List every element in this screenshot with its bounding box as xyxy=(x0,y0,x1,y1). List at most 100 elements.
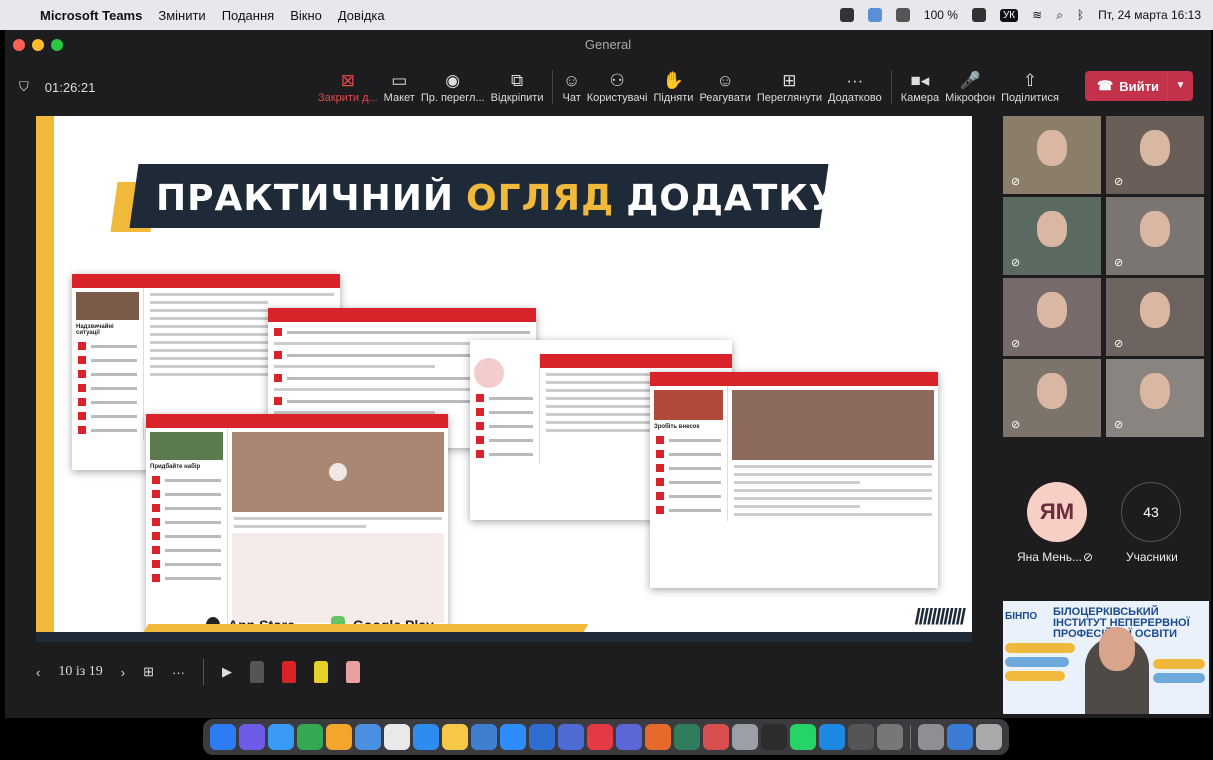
participant-video-tile[interactable]: ⊘ xyxy=(1106,197,1204,275)
battery-icon[interactable] xyxy=(971,8,986,22)
dock-app-icon[interactable] xyxy=(587,724,613,750)
eraser-icon[interactable] xyxy=(346,661,361,683)
dock-app-icon[interactable] xyxy=(877,724,903,750)
dock-app-icon[interactable] xyxy=(732,724,758,750)
dock-app-icon[interactable] xyxy=(790,724,816,750)
participant-face xyxy=(1037,292,1067,328)
participant-video-tile[interactable]: ⊘ xyxy=(1003,116,1101,194)
slide-hatch-decoration: //////////// xyxy=(914,604,966,629)
menu-help[interactable]: Довідка xyxy=(338,8,385,23)
raise-hand-button[interactable]: ✋ Підняти xyxy=(650,59,696,115)
dock-app-icon[interactable] xyxy=(471,724,497,750)
dock-app-icon[interactable] xyxy=(529,724,555,750)
slide-title: ПРАКТИЧНИЙ ОГЛЯД ДОДАТКУ xyxy=(156,170,837,226)
react-icon: ☺ xyxy=(716,71,734,90)
participant-video-tile[interactable]: ⊘ xyxy=(1003,359,1101,437)
wifi-icon[interactable]: ≋ xyxy=(1032,8,1042,22)
menu-view[interactable]: Подання xyxy=(222,8,275,23)
dock-app-icon[interactable] xyxy=(297,724,323,750)
popout-button[interactable]: ⧉ Відкріпити xyxy=(488,59,547,115)
dock-app-icon[interactable] xyxy=(848,724,874,750)
presenter-video-tile[interactable]: БІНПО БІЛОЦЕРКІВСЬКИЙ ІНСТИТУТ НЕПЕРЕРВН… xyxy=(1003,601,1209,714)
toolbar-divider xyxy=(552,70,554,104)
spotlight-icon[interactable]: ⌕ xyxy=(1056,8,1063,23)
dock-app-icon[interactable] xyxy=(239,724,265,750)
dock-app-icon[interactable] xyxy=(326,724,352,750)
participant-count[interactable]: 43 xyxy=(1121,482,1181,542)
participant-video-tile[interactable]: ⊘ xyxy=(1106,278,1204,356)
eye-button[interactable]: ◉ Пр. перегл... xyxy=(418,59,488,115)
participant-video-tile[interactable]: ⊘ xyxy=(1106,359,1204,437)
macos-dock xyxy=(203,719,1009,755)
grid-view-button[interactable]: ⊞ Переглянути xyxy=(754,59,825,115)
dock-app-icon[interactable] xyxy=(616,724,642,750)
pen-red-icon[interactable] xyxy=(282,661,297,683)
raise-hand-icon: ✋ xyxy=(662,71,685,90)
participant-face xyxy=(1140,292,1170,328)
close-share-button[interactable]: ⊠ Закрити д... xyxy=(315,59,381,115)
zoom-window-button[interactable] xyxy=(51,38,63,51)
camera-button[interactable]: ■◂ Камера xyxy=(898,59,942,115)
next-slide-icon[interactable]: › xyxy=(121,665,125,680)
vpn-icon[interactable] xyxy=(895,8,910,22)
dock-app-icon[interactable] xyxy=(355,724,381,750)
menu-window[interactable]: Вікно xyxy=(290,8,322,23)
share-button[interactable]: ⇧ Поділитися xyxy=(998,59,1062,115)
dock-app-icon[interactable] xyxy=(947,724,973,750)
dock-app-icon[interactable] xyxy=(976,724,1002,750)
dock-divider xyxy=(910,725,911,749)
dock-app-icon[interactable] xyxy=(819,724,845,750)
leave-button[interactable]: ☎ Вийти ▼ xyxy=(1085,71,1193,101)
minimize-window-button[interactable] xyxy=(32,38,44,51)
keyboard-layout[interactable]: УК xyxy=(999,8,1019,22)
org-logo-text: БІНПО xyxy=(1005,611,1038,622)
status-app-icon[interactable] xyxy=(839,8,854,22)
camera-icon: ■◂ xyxy=(910,71,930,90)
mic-muted-icon: ⊘ xyxy=(1114,419,1124,431)
layout-button[interactable]: ▭ Макет xyxy=(381,59,418,115)
highlighter-icon[interactable] xyxy=(314,661,329,683)
participant-video-tile[interactable]: ⊘ xyxy=(1003,278,1101,356)
popout-label: Відкріпити xyxy=(490,92,544,104)
dock-app-icon[interactable] xyxy=(500,724,526,750)
dock-app-icon[interactable] xyxy=(384,724,410,750)
dock-app-icon[interactable] xyxy=(442,724,468,750)
shield-icon[interactable]: ⛉ xyxy=(19,79,29,95)
mic-muted-icon: ⊘ xyxy=(1011,338,1021,350)
bluetooth-icon[interactable]: ᛒ xyxy=(1077,8,1084,22)
participant-face xyxy=(1140,373,1170,409)
dock-app-icon[interactable] xyxy=(645,724,671,750)
dock-app-icon[interactable] xyxy=(210,724,236,750)
datetime[interactable]: Пт, 24 марта 16:13 xyxy=(1098,8,1201,22)
participant-video-tile[interactable]: ⊘ xyxy=(1003,197,1101,275)
close-window-button[interactable] xyxy=(13,38,25,51)
react-button[interactable]: ☺ Реагувати xyxy=(696,59,753,115)
participant-video-tile[interactable]: ⊘ xyxy=(1106,116,1204,194)
pointer-tool-icon[interactable]: ▶ xyxy=(222,664,232,680)
people-button[interactable]: ⚇ Користувачі xyxy=(584,59,651,115)
dock-app-icon[interactable] xyxy=(674,724,700,750)
dock-app-icon[interactable] xyxy=(703,724,729,750)
menu-app-name[interactable]: Microsoft Teams xyxy=(40,8,142,23)
chat-button[interactable]: ☺ Чат xyxy=(559,59,583,115)
dock-app-icon[interactable] xyxy=(268,724,294,750)
slides-grid-icon[interactable]: ⊞ xyxy=(143,664,154,680)
dock-app-icon[interactable] xyxy=(761,724,787,750)
leave-dropdown-chevron-icon[interactable]: ▼ xyxy=(1167,71,1193,101)
dock-app-icon[interactable] xyxy=(558,724,584,750)
microphone-button[interactable]: 🎤 Мікрофон xyxy=(942,59,998,115)
share-icon: ⇧ xyxy=(1022,71,1038,90)
more-button[interactable]: ··· Додатково xyxy=(825,59,885,115)
banner-tag xyxy=(1153,659,1205,669)
previous-slide-icon[interactable]: ‹ xyxy=(36,665,40,680)
menu-edit[interactable]: Змінити xyxy=(158,8,205,23)
dock-app-icon[interactable] xyxy=(413,724,439,750)
participant-face xyxy=(1140,130,1170,166)
avatar[interactable]: ЯМ xyxy=(1027,482,1087,542)
banner-tag xyxy=(1005,643,1075,653)
title-part1: ПРАКТИЧНИЙ xyxy=(156,177,454,219)
more-options-icon[interactable]: ··· xyxy=(172,665,185,680)
dock-app-icon[interactable] xyxy=(918,724,944,750)
pen-black-icon[interactable] xyxy=(250,661,265,683)
finder-status-icon[interactable] xyxy=(867,8,882,22)
